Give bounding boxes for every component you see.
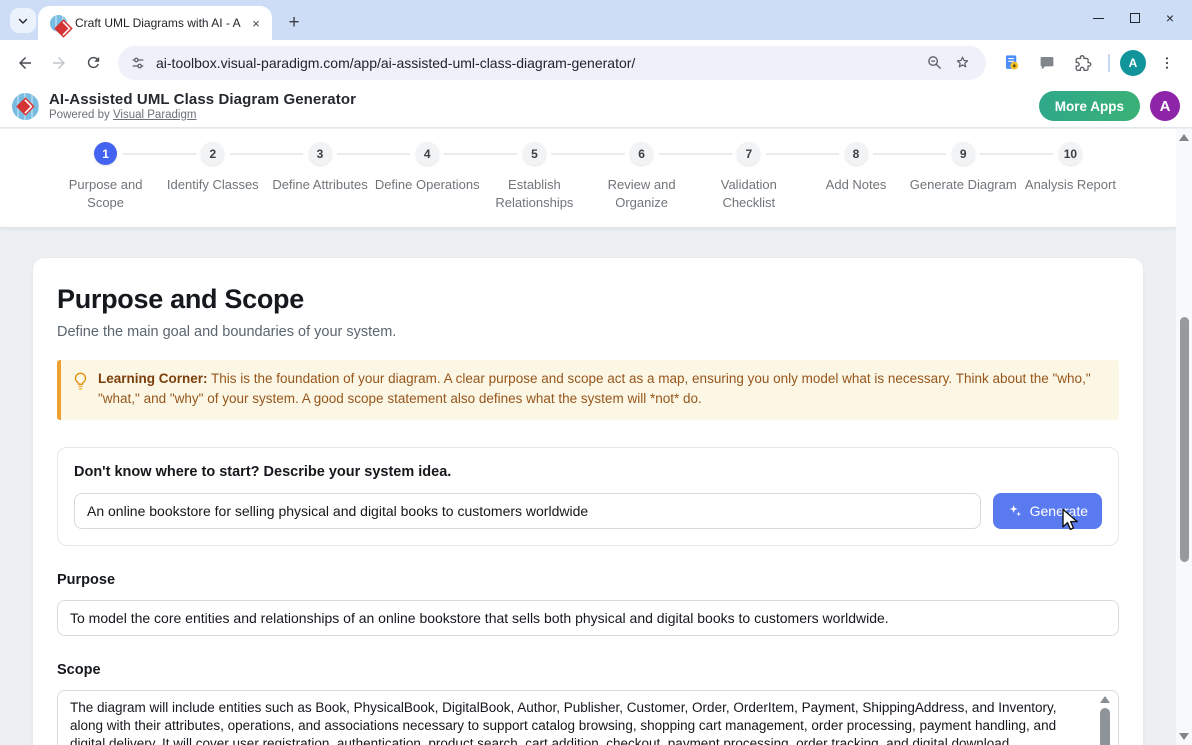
scrollbar-up-icon[interactable] [1179, 134, 1189, 141]
step-circle[interactable]: 5 [523, 142, 546, 165]
window-controls: × [1093, 0, 1188, 36]
step-circle[interactable]: 10 [1059, 142, 1082, 165]
page-scrollbar[interactable] [1176, 129, 1192, 745]
browser-tab[interactable]: Craft UML Diagrams with AI - A × [38, 6, 272, 40]
step-purpose-and-scope[interactable]: 1 Purpose and Scope [52, 136, 159, 211]
scrollbar-thumb[interactable] [1180, 317, 1189, 562]
toolbar-divider [1108, 54, 1110, 72]
browser-menu-icon[interactable] [1152, 48, 1182, 78]
chevron-down-icon [16, 14, 30, 28]
scope-scrollbar[interactable] [1099, 696, 1111, 745]
purpose-field: Purpose [57, 572, 1119, 636]
toolbar-extensions: A [996, 48, 1182, 78]
purpose-input[interactable] [57, 600, 1119, 636]
step-label: Identify Classes [167, 176, 259, 194]
purpose-label: Purpose [57, 572, 1119, 588]
scope-label: Scope [57, 662, 1119, 678]
maximize-button[interactable] [1130, 13, 1140, 23]
learning-corner: Learning Corner: This is the foundation … [57, 360, 1119, 420]
system-idea-card: Don't know where to start? Describe your… [57, 447, 1119, 546]
step-validation-checklist[interactable]: 7 Validation Checklist [695, 136, 802, 211]
scope-field: Scope The diagram will include entities … [57, 662, 1119, 745]
scope-scrollbar-thumb[interactable] [1100, 708, 1110, 745]
step-establish-relationships[interactable]: 5 Establish Relationships [481, 136, 588, 211]
app-logo [12, 93, 39, 120]
scope-textarea[interactable]: The diagram will include entities such a… [57, 690, 1119, 745]
back-button[interactable] [10, 48, 40, 78]
comment-icon[interactable] [1032, 48, 1062, 78]
close-button[interactable]: × [1166, 11, 1174, 25]
system-idea-input[interactable] [74, 493, 981, 529]
step-review-and-organize[interactable]: 6 Review and Organize [588, 136, 695, 211]
browser-profile-avatar[interactable]: A [1120, 50, 1146, 76]
reload-button[interactable] [78, 48, 108, 78]
tab-search-button[interactable] [10, 8, 36, 33]
learning-corner-body: This is the foundation of your diagram. … [98, 371, 1091, 406]
learning-corner-text: Learning Corner: This is the foundation … [98, 369, 1105, 410]
step-add-notes[interactable]: 8 Add Notes [802, 136, 909, 211]
step-circle[interactable]: 7 [737, 142, 760, 165]
step-label: Define Attributes [272, 176, 367, 194]
browser-toolbar: ai-toolbox.visual-paradigm.com/app/ai-as… [0, 40, 1192, 85]
system-idea-label: Don't know where to start? Describe your… [74, 464, 1102, 480]
extensions-icon[interactable] [1068, 48, 1098, 78]
powered-by: Powered by Visual Paradigm [49, 109, 356, 121]
step-label: Review and Organize [588, 176, 695, 211]
minimize-button[interactable] [1093, 18, 1104, 19]
step-define-operations[interactable]: 4 Define Operations [374, 136, 481, 211]
url-text[interactable]: ai-toolbox.visual-paradigm.com/app/ai-as… [156, 55, 920, 71]
page-subtitle: Define the main goal and boundaries of y… [57, 324, 1119, 340]
step-circle[interactable]: 2 [201, 142, 224, 165]
step-label: Establish Relationships [481, 176, 588, 211]
step-generate-diagram[interactable]: 9 Generate Diagram [910, 136, 1017, 211]
step-circle[interactable]: 4 [416, 142, 439, 165]
url-bar[interactable]: ai-toolbox.visual-paradigm.com/app/ai-as… [118, 46, 986, 80]
step-label: Purpose and Scope [52, 176, 159, 211]
tab-close-icon[interactable]: × [248, 15, 264, 31]
bookmark-star-icon[interactable] [948, 48, 976, 78]
stepper: 1 Purpose and Scope 2 Identify Classes 3… [0, 129, 1176, 227]
app-title: AI-Assisted UML Class Diagram Generator [49, 91, 356, 108]
generate-button[interactable]: Generate [993, 493, 1102, 529]
step-define-attributes[interactable]: 3 Define Attributes [266, 136, 373, 211]
step-circle[interactable]: 1 [94, 142, 117, 165]
step-label: Validation Checklist [695, 176, 802, 211]
new-tab-button[interactable]: + [282, 11, 306, 35]
step-label: Add Notes [826, 176, 887, 194]
reading-list-icon[interactable] [996, 48, 1026, 78]
page-viewport: 1 Purpose and Scope 2 Identify Classes 3… [0, 129, 1176, 745]
step-circle[interactable]: 6 [630, 142, 653, 165]
step-label: Generate Diagram [910, 176, 1017, 194]
step-label: Define Operations [375, 176, 480, 194]
app-avatar[interactable]: A [1150, 91, 1180, 121]
forward-button[interactable] [44, 48, 74, 78]
page-title: Purpose and Scope [57, 284, 1119, 315]
step-circle[interactable]: 3 [309, 142, 332, 165]
tab-favicon [50, 15, 67, 32]
step-circle[interactable]: 8 [845, 142, 868, 165]
tab-title: Craft UML Diagrams with AI - A [75, 16, 242, 30]
zoom-icon[interactable] [920, 48, 948, 78]
app-header: AI-Assisted UML Class Diagram Generator … [0, 85, 1192, 128]
step-circle[interactable]: 9 [952, 142, 975, 165]
step-identify-classes[interactable]: 2 Identify Classes [159, 136, 266, 211]
step-analysis-report[interactable]: 10 Analysis Report [1017, 136, 1124, 211]
sparkle-icon [1007, 503, 1023, 519]
scroll-up-icon[interactable] [1100, 696, 1110, 703]
step-label: Analysis Report [1025, 176, 1116, 194]
visual-paradigm-link[interactable]: Visual Paradigm [113, 109, 197, 121]
browser-titlebar: Craft UML Diagrams with AI - A × + × [0, 0, 1192, 40]
lightbulb-icon [73, 372, 88, 410]
more-apps-button[interactable]: More Apps [1039, 91, 1140, 121]
site-settings-icon[interactable] [130, 55, 146, 71]
content-card: Purpose and Scope Define the main goal a… [32, 257, 1144, 745]
learning-corner-label: Learning Corner: [98, 371, 208, 386]
generate-button-label: Generate [1030, 503, 1088, 519]
powered-by-prefix: Powered by [49, 109, 113, 121]
scrollbar-down-icon[interactable] [1179, 733, 1189, 740]
